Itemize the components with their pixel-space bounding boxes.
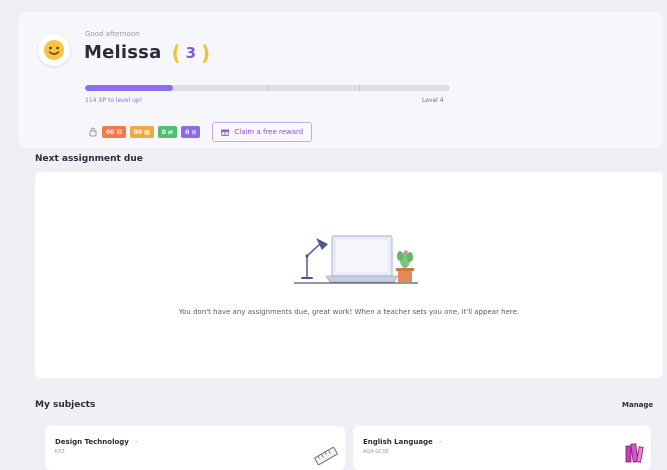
xp-tick	[267, 85, 269, 91]
badge-dice[interactable]: 00 ⚄	[102, 126, 126, 138]
manage-subjects-link[interactable]: Manage	[622, 401, 653, 409]
subject-level: KS3	[55, 449, 65, 455]
badge-block[interactable]: 0 ⊘	[181, 126, 201, 138]
subject-title: Design Technology	[55, 438, 129, 446]
subjects-heading: My subjects	[35, 400, 96, 410]
subject-title: English Language	[363, 438, 433, 446]
subject-name: English Language ›	[363, 438, 442, 446]
subject-level: AQA GCSE	[363, 449, 389, 455]
lock-icon	[88, 126, 98, 138]
no-assignments-message: You don't have any assignments due, grea…	[178, 308, 520, 316]
badge-swap[interactable]: 0 ⇄	[157, 126, 178, 138]
claim-reward-label: Claim a free reward	[234, 128, 304, 136]
books-icon	[625, 443, 644, 463]
chevron-right-icon: ›	[438, 438, 442, 446]
xp-tick	[358, 85, 360, 91]
xp-remaining-text: 114 XP to level up!	[85, 97, 143, 104]
assignments-heading: Next assignment due	[35, 154, 143, 164]
smiley-face-icon	[44, 40, 64, 60]
claim-reward-button[interactable]: Claim a free reward	[212, 122, 313, 142]
subject-card-english-language[interactable]: English Language › AQA GCSE	[353, 426, 651, 470]
level-badge[interactable]: ( 3 )	[171, 43, 210, 63]
user-name: Melissa	[84, 42, 162, 63]
chevron-right-icon: ›	[134, 438, 138, 446]
xp-progress-fill	[85, 85, 173, 91]
ruler-icon	[314, 446, 338, 466]
level-number: 3	[185, 43, 197, 62]
laptop-desk-illustration-icon	[294, 235, 418, 284]
profile-header: Good afternoon Melissa ( 3 ) 114 XP to l…	[18, 12, 663, 148]
assignments-panel: You don't have any assignments due, grea…	[35, 172, 663, 378]
name-row: Melissa ( 3 )	[84, 42, 210, 63]
subject-name: Design Technology ›	[55, 438, 138, 446]
badge-grid[interactable]: 00 ▦	[129, 126, 154, 138]
gift-icon	[221, 129, 230, 136]
xp-progress-bar	[85, 85, 450, 91]
next-level-label: Level 4	[422, 97, 444, 104]
avatar[interactable]	[38, 34, 70, 66]
subject-card-design-technology[interactable]: Design Technology › KS3	[45, 426, 345, 470]
badge-row: 00 ⚄ 00 ▦ 0 ⇄ 0 ⊘ Claim a free reward	[88, 122, 313, 142]
greeting-text: Good afternoon	[85, 30, 140, 38]
dashboard: Good afternoon Melissa ( 3 ) 114 XP to l…	[18, 0, 667, 470]
